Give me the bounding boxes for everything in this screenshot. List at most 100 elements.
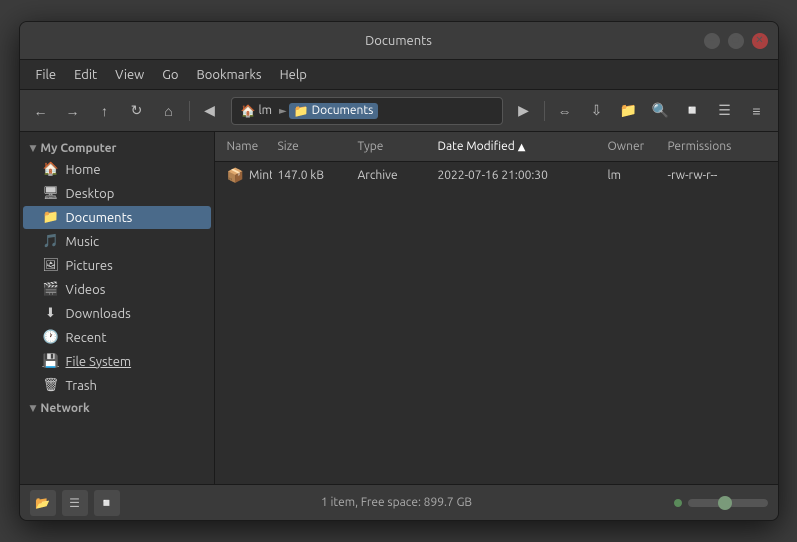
menu-help[interactable]: Help: [272, 65, 315, 85]
menu-view[interactable]: View: [107, 65, 152, 85]
breadcrumb-documents[interactable]: 📁 Documents: [289, 103, 379, 119]
list-view-button[interactable]: ☰: [710, 96, 740, 126]
toolbar-sep-2: [544, 101, 545, 121]
file-permissions-cell: -rw-rw-r--: [662, 169, 772, 182]
sidebar-label-recent: Recent: [66, 331, 107, 345]
sidebar-item-trash[interactable]: 🗑 Trash: [23, 374, 211, 397]
documents-icon: 📁: [43, 210, 59, 225]
col-owner[interactable]: Owner: [602, 140, 662, 153]
sidebar-label-desktop: Desktop: [66, 187, 115, 201]
col-name[interactable]: Name: [221, 140, 272, 153]
file-type-cell: Archive: [352, 169, 432, 182]
menu-bookmarks[interactable]: Bookmarks: [189, 65, 270, 85]
file-date-cell: 2022-07-16 21:00:30: [432, 169, 602, 182]
new-folder-button[interactable]: 📁: [614, 96, 644, 126]
toggle-button[interactable]: ⇔: [550, 96, 580, 126]
window-title: Documents: [30, 34, 768, 48]
file-table-header: Name Size Type Date Modified ▲ Owner Per…: [215, 132, 778, 162]
file-owner: lm: [608, 169, 622, 182]
sidebar-label-music: Music: [66, 235, 100, 249]
file-permissions: -rw-rw-r--: [668, 169, 718, 182]
statusbar-btn-2[interactable]: ☰: [62, 490, 88, 516]
forward-button[interactable]: →: [58, 96, 88, 126]
sidebar-item-desktop[interactable]: 🖥 Desktop: [23, 182, 211, 205]
zoom-slider[interactable]: [688, 499, 768, 507]
sort-arrow: ▲: [518, 141, 526, 153]
compact-view-button[interactable]: ≡: [742, 96, 772, 126]
videos-icon: 🎬: [43, 282, 59, 297]
menu-edit[interactable]: Edit: [66, 65, 105, 85]
sidebar-label-filesystem: File System: [66, 355, 132, 369]
upload-button[interactable]: ⇩: [582, 96, 612, 126]
statusbar-right: [674, 499, 768, 507]
zoom-thumb[interactable]: [718, 496, 732, 510]
sidebar-label-downloads: Downloads: [66, 307, 131, 321]
minimize-button[interactable]: –: [704, 33, 720, 49]
statusbar-btn-3[interactable]: ◽: [94, 490, 120, 516]
toolbar: ← → ↑ ↻ ⌂ ◀ 🏠 lm ► 📁 Documents ▶ ⇔ ⇩ 📁 🔍…: [20, 90, 778, 132]
menubar: File Edit View Go Bookmarks Help: [20, 60, 778, 90]
up-button[interactable]: ↑: [90, 96, 120, 126]
titlebar: Documents – □ ✕: [20, 22, 778, 60]
statusbar-btn-1[interactable]: 📂: [30, 490, 56, 516]
sidebar-item-home[interactable]: 🏠 Home: [23, 158, 211, 181]
breadcrumb-documents-label: Documents: [312, 104, 374, 117]
close-button[interactable]: ✕: [752, 33, 768, 49]
sidebar-label-pictures: Pictures: [66, 259, 113, 273]
icon-view-button[interactable]: ◽: [678, 96, 708, 126]
file-manager-window: Documents – □ ✕ File Edit View Go Bookma…: [19, 21, 779, 521]
statusbar: 📂 ☰ ◽ 1 item, Free space: 899.7 GB: [20, 484, 778, 520]
desktop-icon: 🖥: [43, 186, 59, 201]
sidebar-label-trash: Trash: [66, 379, 97, 393]
file-type: Archive: [358, 169, 398, 182]
home-icon: 🏠: [241, 104, 256, 118]
sidebar-section-network[interactable]: ▼ Network: [20, 398, 214, 417]
downloads-icon: ⬇: [43, 306, 59, 321]
sidebar-section-my-computer[interactable]: ▼ My Computer: [20, 138, 214, 157]
status-text: 1 item, Free space: 899.7 GB: [126, 496, 668, 509]
menu-go[interactable]: Go: [154, 65, 186, 85]
music-icon: 🎵: [43, 234, 59, 249]
back-button[interactable]: ←: [26, 96, 56, 126]
col-permissions[interactable]: Permissions: [662, 140, 772, 153]
home-button[interactable]: ⌂: [154, 96, 184, 126]
sidebar-item-recent[interactable]: 🕐 Recent: [23, 326, 211, 349]
menu-file[interactable]: File: [28, 65, 65, 85]
prev-breadcrumb-button[interactable]: ◀: [195, 96, 225, 126]
sidebar-label-videos: Videos: [66, 283, 106, 297]
table-row[interactable]: 📦 Mint-X-Dark.zip 147.0 kB Archive 2022-…: [215, 162, 778, 190]
home-sidebar-icon: 🏠: [43, 162, 59, 177]
location-bar: 🏠 lm ► 📁 Documents: [231, 97, 503, 125]
window-controls: – □ ✕: [704, 33, 768, 49]
file-size: 147.0 kB: [278, 169, 324, 182]
breadcrumb-home[interactable]: 🏠 lm: [236, 103, 277, 119]
file-area: Name Size Type Date Modified ▲ Owner Per…: [215, 132, 778, 484]
breadcrumb-sep: ►: [279, 105, 287, 117]
sidebar-label-home: Home: [66, 163, 101, 177]
main-content: ▼ My Computer 🏠 Home 🖥 Desktop 📁 Documen…: [20, 132, 778, 484]
search-button[interactable]: 🔍: [646, 96, 676, 126]
section-arrow: ▼: [30, 143, 37, 154]
sidebar-item-pictures[interactable]: 🖼 Pictures: [23, 254, 211, 277]
col-date[interactable]: Date Modified ▲: [432, 140, 602, 153]
sidebar-item-documents[interactable]: 📁 Documents: [23, 206, 211, 229]
next-breadcrumb-button[interactable]: ▶: [509, 96, 539, 126]
col-type[interactable]: Type: [352, 140, 432, 153]
file-size-cell: 147.0 kB: [272, 169, 352, 182]
sidebar-item-downloads[interactable]: ⬇ Downloads: [23, 302, 211, 325]
filesystem-icon: 💾: [43, 354, 59, 369]
sidebar-item-music[interactable]: 🎵 Music: [23, 230, 211, 253]
network-section-label: Network: [40, 402, 89, 415]
sidebar-item-filesystem[interactable]: 💾 File System: [23, 350, 211, 373]
file-name: Mint-X-Dark.zip: [249, 169, 272, 182]
maximize-button[interactable]: □: [728, 33, 744, 49]
sidebar-item-videos[interactable]: 🎬 Videos: [23, 278, 211, 301]
folder-icon: 📁: [294, 104, 309, 118]
trash-icon: 🗑: [43, 378, 59, 393]
network-section-arrow: ▼: [30, 403, 37, 414]
file-date: 2022-07-16 21:00:30: [438, 169, 548, 182]
col-size[interactable]: Size: [272, 140, 352, 153]
reload-button[interactable]: ↻: [122, 96, 152, 126]
pictures-icon: 🖼: [43, 258, 59, 273]
file-icon: 📦: [227, 167, 244, 184]
